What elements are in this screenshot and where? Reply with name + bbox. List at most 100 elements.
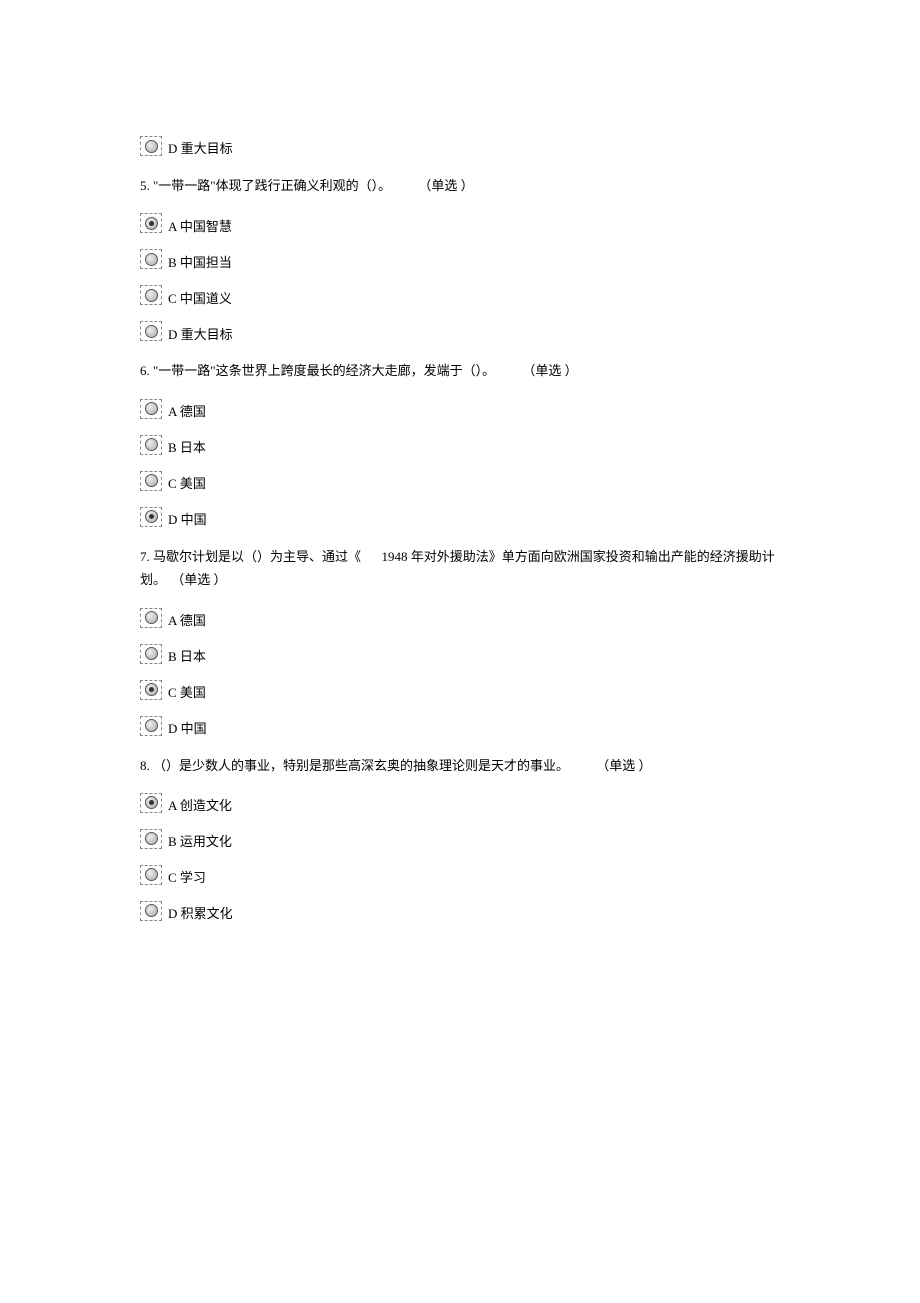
option-text: 中国智慧 [180, 219, 232, 234]
radio-icon [145, 796, 158, 809]
option-row-c: C 学习 [140, 865, 780, 885]
option-label: C 美国 [168, 683, 206, 703]
partial-option-row: D 重大目标 [140, 136, 780, 156]
question-type: （单选 ） [596, 754, 651, 777]
option-letter: A [168, 219, 177, 234]
radio-box[interactable] [140, 249, 162, 269]
option-text: 学习 [180, 870, 206, 885]
option-label: B 日本 [168, 438, 206, 458]
option-row-a: A 创造文化 [140, 793, 780, 813]
radio-icon [145, 904, 158, 917]
radio-icon [145, 140, 158, 153]
radio-box[interactable] [140, 136, 162, 156]
question-body-pre: 马歇尔计划是以（）为主导、通过《 [153, 549, 361, 564]
radio-box[interactable] [140, 399, 162, 419]
option-row-b: B 中国担当 [140, 249, 780, 269]
question-text: 8. （）是少数人的事业，特别是那些高深玄奥的抽象理论则是天才的事业。 （单选 … [140, 754, 780, 777]
radio-icon [145, 474, 158, 487]
radio-icon [145, 611, 158, 624]
option-row-c: C 美国 [140, 680, 780, 700]
option-label: A 德国 [168, 611, 206, 631]
radio-icon [145, 325, 158, 338]
option-row-a: A 德国 [140, 399, 780, 419]
option-text: 日本 [180, 440, 206, 455]
radio-icon [145, 647, 158, 660]
option-letter: B [168, 834, 177, 849]
radio-box[interactable] [140, 321, 162, 341]
option-letter: B [168, 440, 177, 455]
question-body: （）是少数人的事业，特别是那些高深玄奥的抽象理论则是天才的事业。 [153, 758, 569, 773]
radio-icon [145, 510, 158, 523]
option-label: A 中国智慧 [168, 217, 232, 237]
radio-icon [145, 289, 158, 302]
option-label: B 中国担当 [168, 253, 232, 273]
option-text: 中国担当 [180, 255, 232, 270]
option-letter: D [168, 721, 177, 736]
option-letter: D [168, 906, 177, 921]
option-text: 德国 [180, 613, 206, 628]
option-letter: C [168, 870, 177, 885]
radio-box[interactable] [140, 471, 162, 491]
option-text: 重大目标 [181, 141, 233, 156]
option-letter: A [168, 798, 177, 813]
question-number: 6. [140, 359, 150, 382]
radio-box[interactable] [140, 901, 162, 921]
option-label: D 中国 [168, 510, 207, 530]
radio-box[interactable] [140, 608, 162, 628]
question-6: 6. "一带一路"这条世界上跨度最长的经济大走廊，发端于（）。 （单选 ） A … [140, 359, 780, 526]
option-label: D 重大目标 [168, 139, 233, 159]
question-number: 8. [140, 754, 150, 777]
option-text: 中国 [181, 512, 207, 527]
question-body: "一带一路"体现了践行正确义利观的（）。 [153, 178, 391, 193]
option-text: 重大目标 [181, 327, 233, 342]
radio-box[interactable] [140, 716, 162, 736]
radio-icon [145, 719, 158, 732]
option-row-d: D 积累文化 [140, 901, 780, 921]
question-number: 7. [140, 545, 150, 568]
option-letter: B [168, 649, 177, 664]
radio-icon [145, 868, 158, 881]
radio-icon [145, 253, 158, 266]
radio-box[interactable] [140, 435, 162, 455]
radio-box[interactable] [140, 285, 162, 305]
option-text: 运用文化 [180, 834, 232, 849]
question-5: 5. "一带一路"体现了践行正确义利观的（）。 （单选 ） A 中国智慧 B 中… [140, 174, 780, 341]
option-label: B 日本 [168, 647, 206, 667]
option-letter: C [168, 291, 177, 306]
option-text: 积累文化 [181, 906, 233, 921]
option-text: 美国 [180, 685, 206, 700]
option-letter: C [168, 685, 177, 700]
option-row-a: A 德国 [140, 608, 780, 628]
option-row-b: B 日本 [140, 644, 780, 664]
radio-box[interactable] [140, 865, 162, 885]
option-label: D 积累文化 [168, 904, 233, 924]
question-body: "一带一路"这条世界上跨度最长的经济大走廊，发端于（）。 [153, 363, 495, 378]
radio-icon [145, 217, 158, 230]
radio-box[interactable] [140, 829, 162, 849]
option-row-b: B 日本 [140, 435, 780, 455]
option-text: 中国道义 [180, 291, 232, 306]
option-text: 德国 [180, 404, 206, 419]
question-8: 8. （）是少数人的事业，特别是那些高深玄奥的抽象理论则是天才的事业。 （单选 … [140, 754, 780, 921]
question-text: 5. "一带一路"体现了践行正确义利观的（）。 （单选 ） [140, 174, 780, 197]
option-row-a: A 中国智慧 [140, 213, 780, 233]
radio-icon [145, 438, 158, 451]
radio-icon [145, 402, 158, 415]
option-label: C 学习 [168, 868, 206, 888]
option-label: D 重大目标 [168, 325, 233, 345]
option-text: 创造文化 [180, 798, 232, 813]
question-type: （单选 ） [522, 359, 577, 382]
option-label: B 运用文化 [168, 832, 232, 852]
radio-box[interactable] [140, 793, 162, 813]
radio-box[interactable] [140, 680, 162, 700]
radio-box[interactable] [140, 644, 162, 664]
option-row-c: C 中国道义 [140, 285, 780, 305]
radio-icon [145, 683, 158, 696]
question-7: 7. 马歇尔计划是以（）为主导、通过《 1948 年对外援助法》单方面向欧洲国家… [140, 545, 780, 736]
radio-box[interactable] [140, 507, 162, 527]
option-row-d: D 中国 [140, 507, 780, 527]
option-label: C 中国道义 [168, 289, 232, 309]
option-letter: D [168, 141, 177, 156]
radio-box[interactable] [140, 213, 162, 233]
option-label: A 创造文化 [168, 796, 232, 816]
